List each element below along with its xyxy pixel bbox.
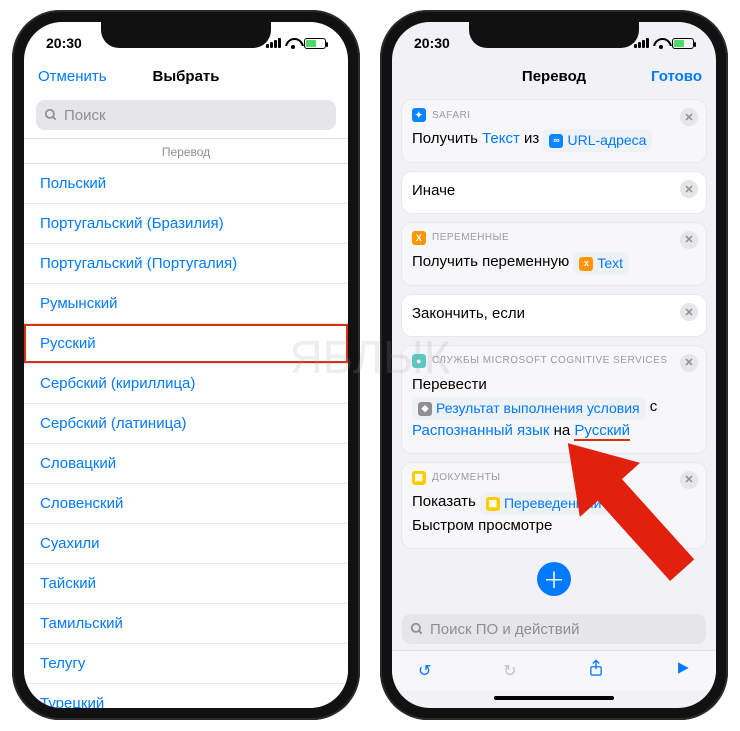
done-button[interactable]: Готово [651,68,702,85]
language-row[interactable]: Сербский (кириллица) [24,364,348,404]
navbar: Перевод Готово [392,58,716,94]
language-list: ПольскийПортугальский (Бразилия)Португал… [24,164,348,708]
action-variables[interactable]: ✕ x ПЕРЕМЕННЫЕ Получить переменную xText [402,223,706,285]
navbar: Отменить Выбрать [24,58,348,94]
language-row[interactable]: Турецкий [24,684,348,708]
close-icon[interactable]: ✕ [680,303,698,321]
close-icon[interactable]: ✕ [680,354,698,372]
play-button[interactable] [676,661,690,680]
variables-icon: x [412,231,426,245]
close-icon[interactable]: ✕ [680,108,698,126]
x-icon: x [579,257,593,271]
condition-icon: ◆ [418,402,432,416]
undo-button[interactable]: ↺ [418,661,431,681]
battery-icon [672,38,694,49]
wifi-icon [285,38,300,49]
search-input[interactable]: Поиск [36,100,336,130]
status-time: 20:30 [414,35,450,51]
bottom-toolbar: ↺ ↻ [392,650,716,690]
label: Иначе [412,180,696,203]
card-header: SAFARI [432,110,471,121]
label: Показать [412,493,476,510]
param-variable[interactable]: xText [573,252,629,275]
language-row[interactable]: Телугу [24,644,348,684]
phone-right: 20:30 Перевод Готово ✕ ✦ SAFARI Получить [380,10,728,720]
language-row[interactable]: Словацкий [24,444,348,484]
language-row[interactable]: Сербский (латиница) [24,404,348,444]
search-placeholder: Поиск ПО и действий [430,621,579,638]
label: Получить [412,130,478,147]
navbar-title: Выбрать [153,68,220,85]
label: Получить переменную [412,253,569,270]
cognitive-icon: ● [412,354,426,368]
documents-icon: ▦ [412,471,426,485]
home-indicator [494,696,614,700]
safari-icon: ✦ [412,108,426,122]
search-placeholder: Поиск [64,107,106,124]
status-time: 20:30 [46,35,82,51]
navbar-title: Перевод [522,68,586,85]
action-safari[interactable]: ✕ ✦ SAFARI Получить Текст из ∞URL-адреса [402,100,706,162]
language-row[interactable]: Русский [24,324,348,364]
search-icon [44,108,58,122]
language-row[interactable]: Португальский (Бразилия) [24,204,348,244]
link-icon: ∞ [549,134,563,148]
doc-icon: ▦ [486,497,500,511]
label: из [524,130,539,147]
language-row[interactable]: Тамильский [24,604,348,644]
actions-search-input[interactable]: Поиск ПО и действий [402,614,706,644]
label: Закончить, если [412,303,696,326]
close-icon[interactable]: ✕ [680,231,698,249]
action-endif[interactable]: ✕ Закончить, если [402,295,706,336]
notch [469,22,639,48]
section-header: Перевод [24,138,348,164]
redo-button[interactable]: ↻ [503,661,516,681]
language-row[interactable]: Словенский [24,484,348,524]
param-text[interactable]: Текст [482,130,520,147]
search-icon [410,622,424,636]
language-row[interactable]: Тайский [24,564,348,604]
card-header: ДОКУМЕНТЫ [432,472,501,483]
share-button[interactable] [588,659,604,682]
label: Перевести [412,374,696,397]
battery-icon [304,38,326,49]
language-row[interactable]: Румынский [24,284,348,324]
language-row[interactable]: Суахили [24,524,348,564]
action-else[interactable]: ✕ Иначе [402,172,706,213]
language-row[interactable]: Португальский (Португалия) [24,244,348,284]
card-header: ПЕРЕМЕННЫЕ [432,232,509,243]
phone-left: 20:30 Отменить Выбрать Поиск Перевод Пол… [12,10,360,720]
language-row[interactable]: Польский [24,164,348,204]
notch [101,22,271,48]
param-source-lang[interactable]: Распознанный язык [412,422,549,439]
wifi-icon [653,38,668,49]
param-url[interactable]: ∞URL-адреса [543,129,652,152]
label: на [554,422,571,439]
cancel-button[interactable]: Отменить [38,68,107,85]
card-header: СЛУЖБЫ MICROSOFT COGNITIVE SERVICES [432,355,668,366]
